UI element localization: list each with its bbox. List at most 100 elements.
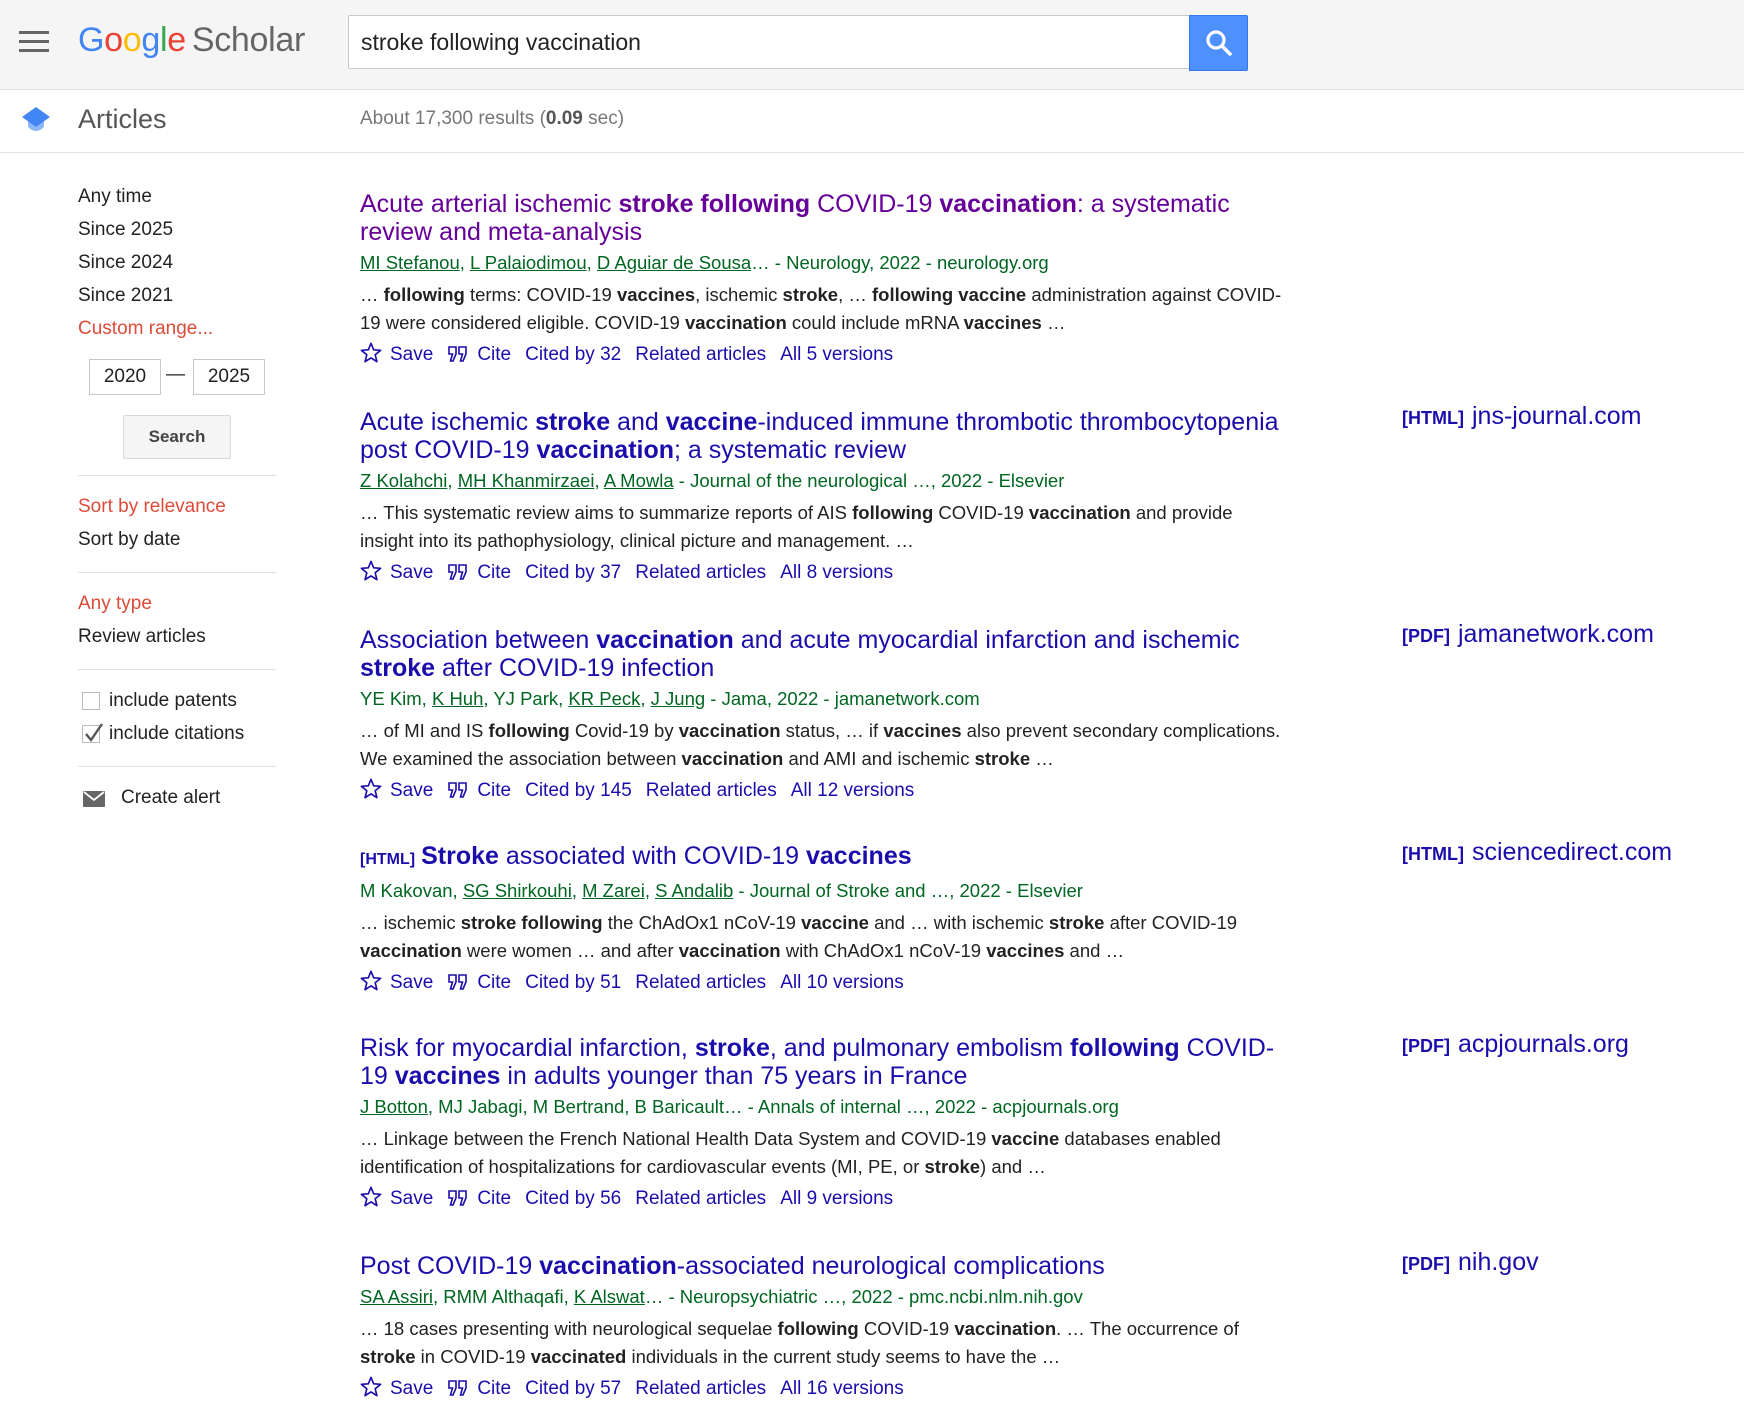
filter-any-time[interactable]: Any time [78, 180, 276, 213]
save-button[interactable]: Save [360, 778, 433, 801]
include-patents-option[interactable]: include patents [78, 684, 276, 717]
filter-any-type[interactable]: Any type [78, 587, 276, 620]
result-title-text: stroke following [618, 190, 811, 218]
author-link[interactable]: KR Peck [568, 688, 640, 709]
source-format-tag: [HTML] [1402, 844, 1464, 864]
top-bar: Google Scholar [0, 0, 1744, 90]
all-versions-link-label: All 5 versions [780, 344, 894, 365]
related-articles-link[interactable]: Related articles [635, 1378, 766, 1399]
cite-button[interactable]: Cite [447, 1378, 511, 1399]
include-patents-checkbox[interactable] [82, 692, 100, 710]
fulltext-source-link[interactable]: [PDF] acpjournals.org [1402, 1030, 1629, 1059]
author-link[interactable]: K Alswat [574, 1286, 645, 1307]
meta-text: Stroke [836, 880, 890, 901]
google-scholar-logo[interactable]: Google Scholar [78, 18, 305, 62]
fulltext-source-link[interactable]: [HTML] jns-journal.com [1402, 402, 1642, 431]
search-box[interactable] [348, 15, 1189, 69]
hamburger-menu-icon[interactable] [19, 31, 49, 53]
include-citations-option[interactable]: include citations [78, 717, 276, 750]
save-button[interactable]: Save [360, 342, 434, 365]
author-link[interactable]: MI Stefanou [360, 252, 460, 273]
result-title-link[interactable]: Association between vaccination and acut… [360, 626, 1290, 682]
meta-text: … - Neuropsychiatric …, 2022 - pmc.ncbi.… [644, 1286, 1083, 1307]
cited-by-link[interactable]: Cited by 57 [525, 1378, 621, 1399]
related-articles-link[interactable]: Related articles [635, 1188, 766, 1209]
filter-review-articles[interactable]: Review articles [78, 620, 276, 653]
snippet-text: and … [1064, 940, 1125, 961]
result-title-link[interactable]: Risk for myocardial infarction, stroke, … [360, 1034, 1290, 1090]
cite-button[interactable]: Cite [447, 780, 511, 801]
cited-by-link[interactable]: Cited by 51 [525, 972, 621, 993]
result-title-link[interactable]: [HTML] Stroke associated with COVID-19 va… [360, 842, 1290, 874]
author-link[interactable]: K Huh [432, 688, 483, 709]
author-link[interactable]: SA Assiri [360, 1286, 433, 1307]
all-versions-link[interactable]: All 9 versions [780, 1188, 893, 1209]
result-snippet: … This systematic review aims to summari… [360, 499, 1290, 555]
all-versions-link[interactable]: All 10 versions [780, 972, 904, 993]
source-domain: acpjournals.org [1458, 1030, 1629, 1058]
range-search-button[interactable]: Search [123, 415, 231, 459]
filter-custom-range[interactable]: Custom range... [78, 312, 276, 345]
save-button[interactable]: Save [360, 560, 433, 583]
related-articles-link[interactable]: Related articles [635, 972, 766, 993]
author-link[interactable]: A Mowla [604, 470, 674, 491]
result-title-link[interactable]: Acute ischemic stroke and vaccine-induce… [360, 408, 1290, 464]
create-alert-link[interactable]: Create alert [78, 781, 276, 815]
all-versions-link[interactable]: All 16 versions [780, 1378, 904, 1399]
all-versions-link[interactable]: All 5 versions [780, 344, 893, 365]
cite-button[interactable]: Cite [447, 562, 511, 583]
author-link[interactable]: L Palaiodimou [470, 252, 587, 273]
fulltext-source-link[interactable]: [PDF] nih.gov [1402, 1248, 1539, 1277]
logo-letter: e [167, 21, 186, 59]
filter-since-2021[interactable]: Since 2021 [78, 279, 276, 312]
sort-by-relevance[interactable]: Sort by relevance [78, 490, 276, 523]
range-to-input[interactable] [193, 359, 265, 395]
author-link[interactable]: S Andalib [655, 880, 733, 901]
all-versions-link[interactable]: All 8 versions [780, 562, 893, 583]
author-link[interactable]: M Zarei [582, 880, 645, 901]
author-link[interactable]: Z Kolahchi [360, 470, 447, 491]
cited-by-link[interactable]: Cited by 32 [525, 344, 621, 365]
filter-since-2024[interactable]: Since 2024 [78, 246, 276, 279]
fulltext-source-link[interactable]: [HTML] sciencedirect.com [1402, 838, 1672, 867]
sort-by-date[interactable]: Sort by date [78, 523, 276, 556]
cited-by-link[interactable]: Cited by 145 [525, 780, 632, 801]
range-from-input[interactable] [89, 359, 161, 395]
source-domain: jamanetwork.com [1458, 620, 1654, 648]
cite-button[interactable]: Cite [447, 1188, 511, 1209]
filter-since-2025[interactable]: Since 2025 [78, 213, 276, 246]
result-title-link[interactable]: Post COVID-19 vaccination-associated neu… [360, 1252, 1290, 1280]
result-authors-source: YE Kim, K Huh, YJ Park, KR Peck, J Jung … [360, 687, 1290, 711]
cited-by-link[interactable]: Cited by 37 [525, 562, 621, 583]
result-actions: Save Cite Cited by 32 Related articles All 5… [360, 341, 1290, 369]
save-button-label: Save [390, 344, 434, 365]
search-result: Post COVID-19 vaccination-associated neu… [360, 1252, 1290, 1403]
result-snippet: … of MI and IS following Covid-19 by vac… [360, 717, 1290, 773]
cite-button[interactable]: Cite [447, 972, 511, 993]
author-link[interactable]: D Aguiar de Sousa [597, 252, 751, 273]
search-button[interactable] [1189, 15, 1248, 71]
search-result: [HTML] Stroke associated with COVID-19 va… [360, 842, 1290, 997]
related-articles-link[interactable]: Related articles [635, 344, 766, 365]
author-link[interactable]: J Botton [360, 1096, 428, 1117]
search-input[interactable] [349, 16, 1173, 68]
include-citations-checkbox[interactable] [82, 723, 103, 743]
related-articles-link[interactable]: Related articles [635, 562, 766, 583]
all-versions-link[interactable]: All 12 versions [791, 780, 915, 801]
cite-button-label: Cite [477, 972, 512, 993]
cited-by-link[interactable]: Cited by 56 [525, 1188, 621, 1209]
result-actions: Save Cite Cited by 145 Related articles All … [360, 777, 1290, 805]
snippet-text: following [488, 720, 570, 741]
save-button[interactable]: Save [360, 970, 433, 993]
save-button[interactable]: Save [360, 1186, 433, 1209]
fulltext-source-link[interactable]: [PDF] jamanetwork.com [1402, 620, 1654, 649]
result-title-link[interactable]: Acute arterial ischemic stroke following… [360, 190, 1290, 246]
author-link[interactable]: J Jung [651, 688, 706, 709]
save-button[interactable]: Save [360, 1376, 433, 1399]
related-articles-link[interactable]: Related articles [646, 780, 777, 801]
author-link[interactable]: MH Khanmirzaei [458, 470, 595, 491]
snippet-text: and AMI and ischemic [783, 748, 975, 769]
include-citations-label: include citations [109, 723, 245, 744]
author-link[interactable]: SG Shirkouhi [463, 880, 572, 901]
cite-button[interactable]: Cite [447, 344, 511, 365]
